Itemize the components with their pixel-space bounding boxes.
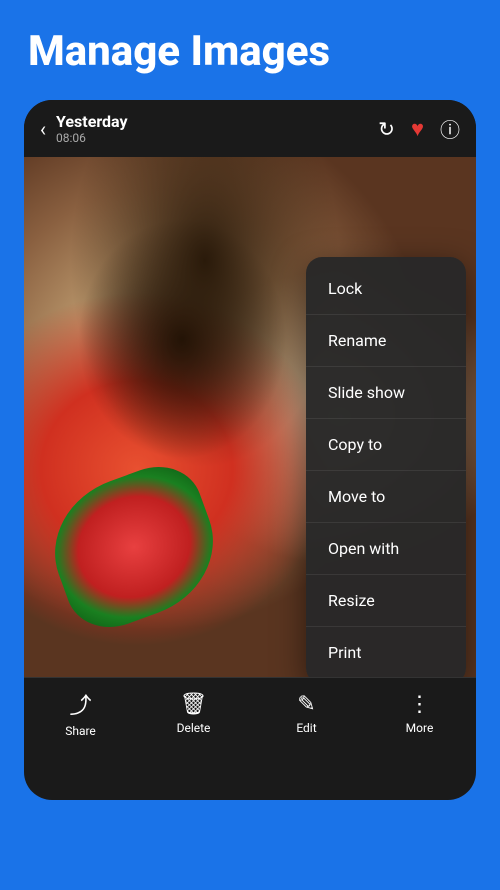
- menu-item-print[interactable]: Print: [306, 629, 466, 676]
- more-label: More: [406, 721, 434, 735]
- topbar-title: Yesterday 08:06: [56, 112, 368, 145]
- edit-button[interactable]: ✎ Edit: [277, 692, 337, 735]
- menu-item-resize[interactable]: Resize: [306, 577, 466, 624]
- favorite-icon[interactable]: ♥: [411, 116, 424, 142]
- menu-divider-2: [306, 366, 466, 367]
- more-button[interactable]: ⋮ More: [390, 692, 450, 735]
- menu-divider: [306, 314, 466, 315]
- phone-topbar: ‹ Yesterday 08:06 ↻ ♥ ⓘ: [24, 100, 476, 157]
- menu-item-move[interactable]: Move to: [306, 473, 466, 520]
- menu-divider-5: [306, 522, 466, 523]
- context-menu: Lock Rename Slide show Copy to Move to O…: [306, 257, 466, 677]
- delete-icon: 🗑: [180, 692, 208, 717]
- menu-item-copy[interactable]: Copy to: [306, 421, 466, 468]
- menu-item-rename[interactable]: Rename: [306, 317, 466, 364]
- menu-divider-7: [306, 626, 466, 627]
- menu-item-openwith[interactable]: Open with: [306, 525, 466, 572]
- header: Manage Images: [0, 0, 500, 100]
- bottom-blue-strip: [0, 800, 500, 830]
- info-icon[interactable]: ⓘ: [440, 114, 460, 143]
- share-icon: ⤴: [69, 688, 91, 720]
- share-button[interactable]: ⤴ Share: [51, 688, 111, 738]
- menu-divider-4: [306, 470, 466, 471]
- delete-label: Delete: [177, 721, 211, 735]
- edit-label: Edit: [296, 721, 316, 735]
- bottom-toolbar: ⤴ Share 🗑 Delete ✎ Edit ⋮ More: [24, 677, 476, 752]
- more-icon: ⋮: [409, 692, 431, 717]
- page-title: Manage Images: [28, 28, 472, 76]
- photo-title: Yesterday: [56, 112, 368, 131]
- menu-item-lock[interactable]: Lock: [306, 265, 466, 312]
- menu-divider-6: [306, 574, 466, 575]
- menu-divider-3: [306, 418, 466, 419]
- delete-button[interactable]: 🗑 Delete: [164, 692, 224, 735]
- rotate-icon[interactable]: ↻: [378, 117, 395, 141]
- menu-item-slideshow[interactable]: Slide show: [306, 369, 466, 416]
- back-button[interactable]: ‹: [40, 117, 46, 141]
- phone-frame: ‹ Yesterday 08:06 ↻ ♥ ⓘ Lock Rename Slid…: [24, 100, 476, 800]
- photo-view: Lock Rename Slide show Copy to Move to O…: [24, 157, 476, 677]
- topbar-icons: ↻ ♥ ⓘ: [378, 114, 460, 143]
- photo-time: 08:06: [56, 131, 368, 145]
- edit-icon: ✎: [297, 692, 315, 717]
- share-label: Share: [65, 724, 96, 738]
